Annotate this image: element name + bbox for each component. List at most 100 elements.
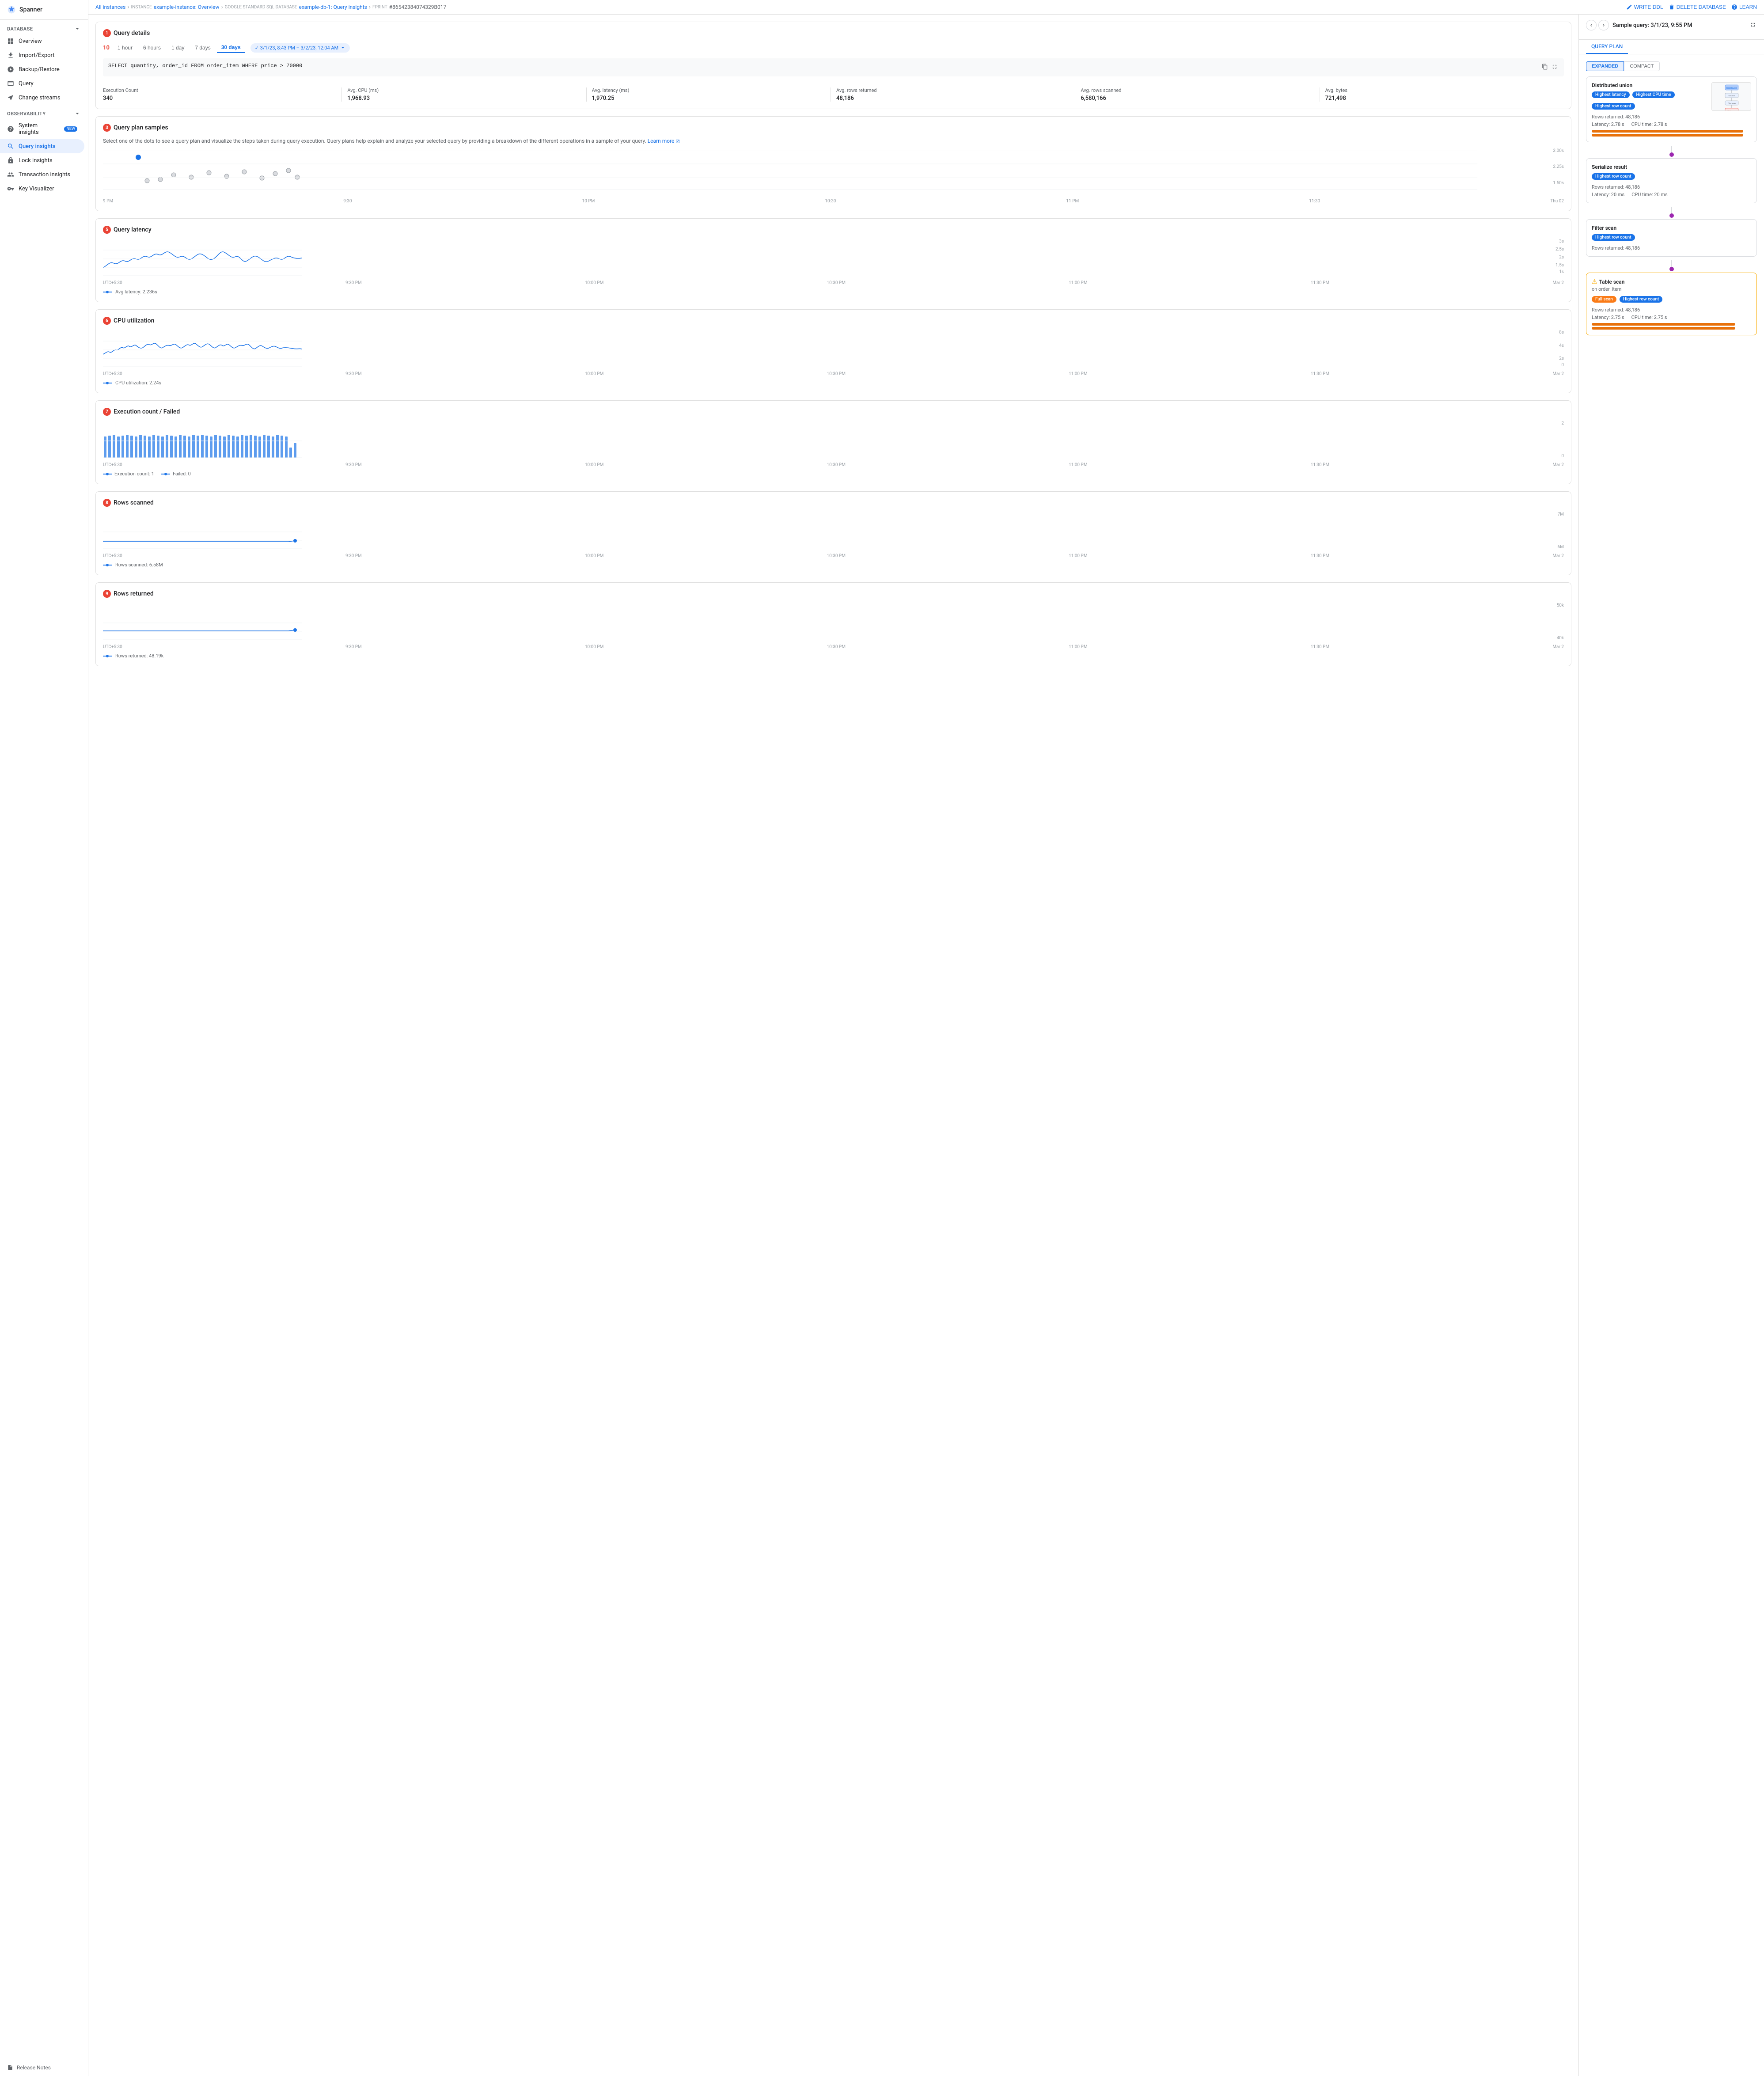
expand-sql-button[interactable] bbox=[1551, 63, 1559, 72]
sidebar-item-transaction-insights[interactable]: Transaction insights bbox=[0, 167, 84, 182]
scatter-chart: 3.00s 2.25s 1.50s bbox=[103, 148, 1564, 197]
sidebar-item-system-insights[interactable]: System insights NEW bbox=[0, 119, 84, 139]
stat-avg-cpu: Avg. CPU (ms) 1,968.93 bbox=[342, 87, 586, 102]
scatter-dot[interactable] bbox=[171, 173, 176, 177]
scatter-dot[interactable] bbox=[260, 176, 264, 180]
badge-highest-row-count: Highest row count bbox=[1592, 103, 1635, 110]
sidebar-item-query-insights[interactable]: Query insights bbox=[0, 139, 84, 153]
scatter-dot[interactable] bbox=[242, 170, 247, 174]
qp-node-distributed-union: Distributed Serialize Filter scan Table … bbox=[1586, 76, 1757, 142]
scatter-dot[interactable] bbox=[286, 168, 291, 173]
time-btn-1hour[interactable]: 1 hour bbox=[113, 43, 137, 53]
date-range-selector[interactable]: ✓ 3/1/23, 8:43 PM – 3/2/23, 12:04 AM bbox=[250, 43, 350, 53]
learn-icon bbox=[1731, 4, 1737, 10]
toggle-compact-button[interactable]: COMPACT bbox=[1624, 61, 1659, 71]
stats-row: Execution Count 340 Avg. CPU (ms) 1,968.… bbox=[103, 82, 1564, 102]
right-panel-header: Sample query: 3/1/23, 9:55 PM bbox=[1579, 15, 1764, 40]
breadcrumb-instance-name[interactable]: example-instance: Overview bbox=[154, 4, 220, 10]
breadcrumb: All instances › INSTANCE example-instanc… bbox=[95, 4, 446, 11]
expand-panel-button[interactable] bbox=[1749, 21, 1757, 30]
nav-arrows bbox=[1586, 20, 1609, 30]
breadcrumb-db-name[interactable]: example-db-1: Query insights bbox=[299, 4, 367, 10]
write-ddl-button[interactable]: WRITE DDL bbox=[1626, 4, 1663, 10]
badge-highest-cpu-time: Highest CPU time bbox=[1632, 91, 1674, 98]
tab-query-plan[interactable]: QUERY PLAN bbox=[1586, 40, 1628, 54]
exec-x-axis: UTC+5:30 9:30 PM 10:00 PM 10:30 PM 11:00… bbox=[103, 463, 1564, 467]
svg-text:Table scan: Table scan bbox=[1727, 110, 1736, 111]
chevron-left-icon bbox=[1589, 23, 1594, 28]
copy-sql-button[interactable] bbox=[1541, 63, 1549, 72]
learn-more-link[interactable]: Learn more bbox=[648, 138, 680, 144]
learn-button[interactable]: LEARN bbox=[1731, 4, 1757, 10]
query-plan-content: EXPANDED COMPACT Distributed Serialize bbox=[1579, 54, 1764, 2076]
delete-icon bbox=[1669, 4, 1675, 10]
time-btn-6hours[interactable]: 6 hours bbox=[139, 43, 165, 53]
key-icon bbox=[7, 185, 14, 192]
breadcrumb-all-instances[interactable]: All instances bbox=[95, 4, 125, 10]
query-details-title: 1 Query details bbox=[103, 29, 1564, 37]
bar-cpu-3 bbox=[1592, 327, 1735, 330]
cpu-x-axis: UTC+5:30 9:30 PM 10:00 PM 10:30 PM 11:00… bbox=[103, 372, 1564, 376]
rows-returned-legend: Rows returned: 48.19k bbox=[103, 653, 1564, 659]
qp-node-table-scan: ⚠ Table scan on order_item Full scan Hig… bbox=[1586, 273, 1757, 335]
execution-count-section: 7 Execution count / Failed 2 0 bbox=[95, 400, 1571, 484]
sidebar-item-backup-restore[interactable]: Backup/Restore bbox=[0, 62, 84, 76]
node-0-cpu-time: CPU time: 2.78 s bbox=[1631, 121, 1667, 127]
qp-thumbnail: Distributed Serialize Filter scan Table … bbox=[1711, 82, 1751, 111]
scatter-dot[interactable] bbox=[145, 178, 149, 183]
scatter-dot[interactable] bbox=[273, 171, 277, 176]
query-latency-section: 5 Query latency 3s 2.5s 2s 1.5s 1s bbox=[95, 218, 1571, 302]
stat-execution-count: Execution Count 340 bbox=[103, 87, 342, 102]
release-notes-icon bbox=[7, 2065, 13, 2071]
delete-database-button[interactable]: DELETE DATABASE bbox=[1669, 4, 1726, 10]
query-plan-samples-description: Select one of the dots to see a query pl… bbox=[103, 137, 1564, 145]
sql-actions bbox=[1541, 63, 1559, 72]
grid-icon bbox=[7, 38, 14, 45]
sidebar-item-query[interactable]: Query bbox=[0, 76, 84, 91]
next-query-button[interactable] bbox=[1598, 20, 1609, 30]
observability-section-header: OBSERVABILITY bbox=[0, 105, 88, 119]
topbar-actions: WRITE DDL DELETE DATABASE LEARN bbox=[1626, 4, 1757, 10]
content-area: 1 Query details 10 1 hour 6 hours 1 day … bbox=[88, 15, 1764, 2076]
scatter-svg bbox=[103, 151, 1506, 190]
chevron-right-icon bbox=[1601, 23, 1606, 28]
cpu-utilization-section: 6 CPU utilization 8s 4s 2s 0 bbox=[95, 309, 1571, 393]
scatter-dot[interactable] bbox=[207, 171, 211, 175]
breadcrumb-instance-label: INSTANCE bbox=[131, 5, 152, 10]
rows-scanned-chart: 7M 6M bbox=[103, 512, 1564, 552]
app-logo: Spanner bbox=[0, 0, 88, 20]
sidebar-item-change-streams[interactable]: Change streams bbox=[0, 91, 84, 105]
lock-icon bbox=[7, 157, 14, 164]
connector-dot-2 bbox=[1669, 213, 1674, 218]
sql-text: SELECT quantity, order_id FROM order_ite… bbox=[108, 63, 1541, 69]
stat-avg-bytes: Avg. bytes 721,498 bbox=[1320, 87, 1564, 102]
sidebar-item-overview[interactable]: Overview bbox=[0, 34, 84, 48]
release-notes[interactable]: Release Notes bbox=[0, 2059, 88, 2076]
svg-text:Filter scan: Filter scan bbox=[1728, 102, 1736, 104]
time-btn-1day[interactable]: 1 day bbox=[167, 43, 189, 53]
query-plan-samples-title: 3 Query plan samples bbox=[103, 124, 1564, 132]
scatter-dot[interactable] bbox=[224, 174, 229, 178]
collapse-icon[interactable] bbox=[74, 25, 81, 32]
sidebar-item-key-visualizer[interactable]: Key Visualizer bbox=[0, 182, 84, 196]
toggle-expanded-button[interactable]: EXPANDED bbox=[1586, 61, 1624, 71]
node-0-latency: Latency: 2.78 s bbox=[1592, 121, 1624, 127]
import-icon bbox=[7, 52, 14, 59]
node-1-latency: Latency: 20 ms bbox=[1592, 192, 1624, 197]
collapse-obs-icon[interactable] bbox=[74, 110, 81, 117]
prev-query-button[interactable] bbox=[1586, 20, 1597, 30]
insights-icon bbox=[7, 125, 14, 133]
rows-scanned-title: 8 Rows scanned bbox=[103, 499, 1564, 507]
sidebar-item-lock-insights[interactable]: Lock insights bbox=[0, 153, 84, 167]
scatter-dot[interactable] bbox=[158, 177, 163, 182]
scatter-dot-selected[interactable] bbox=[136, 155, 141, 160]
open-in-full-icon bbox=[1750, 22, 1756, 28]
qp-node-filter-scan: Filter scan Highest row count Rows retur… bbox=[1586, 219, 1757, 257]
time-btn-30days[interactable]: 30 days bbox=[217, 42, 245, 53]
node-serialize-title: Serialize result bbox=[1592, 164, 1751, 170]
scatter-x-axis: 9 PM 9:30 10 PM 10:30 11 PM 11:30 Thu 02 bbox=[103, 199, 1564, 204]
time-btn-7days[interactable]: 7 days bbox=[190, 43, 215, 53]
sidebar-item-import-export[interactable]: Import/Export bbox=[0, 48, 84, 62]
breadcrumb-fprint-value: #86542384074329B017 bbox=[389, 4, 447, 10]
copy-icon bbox=[1542, 64, 1548, 70]
